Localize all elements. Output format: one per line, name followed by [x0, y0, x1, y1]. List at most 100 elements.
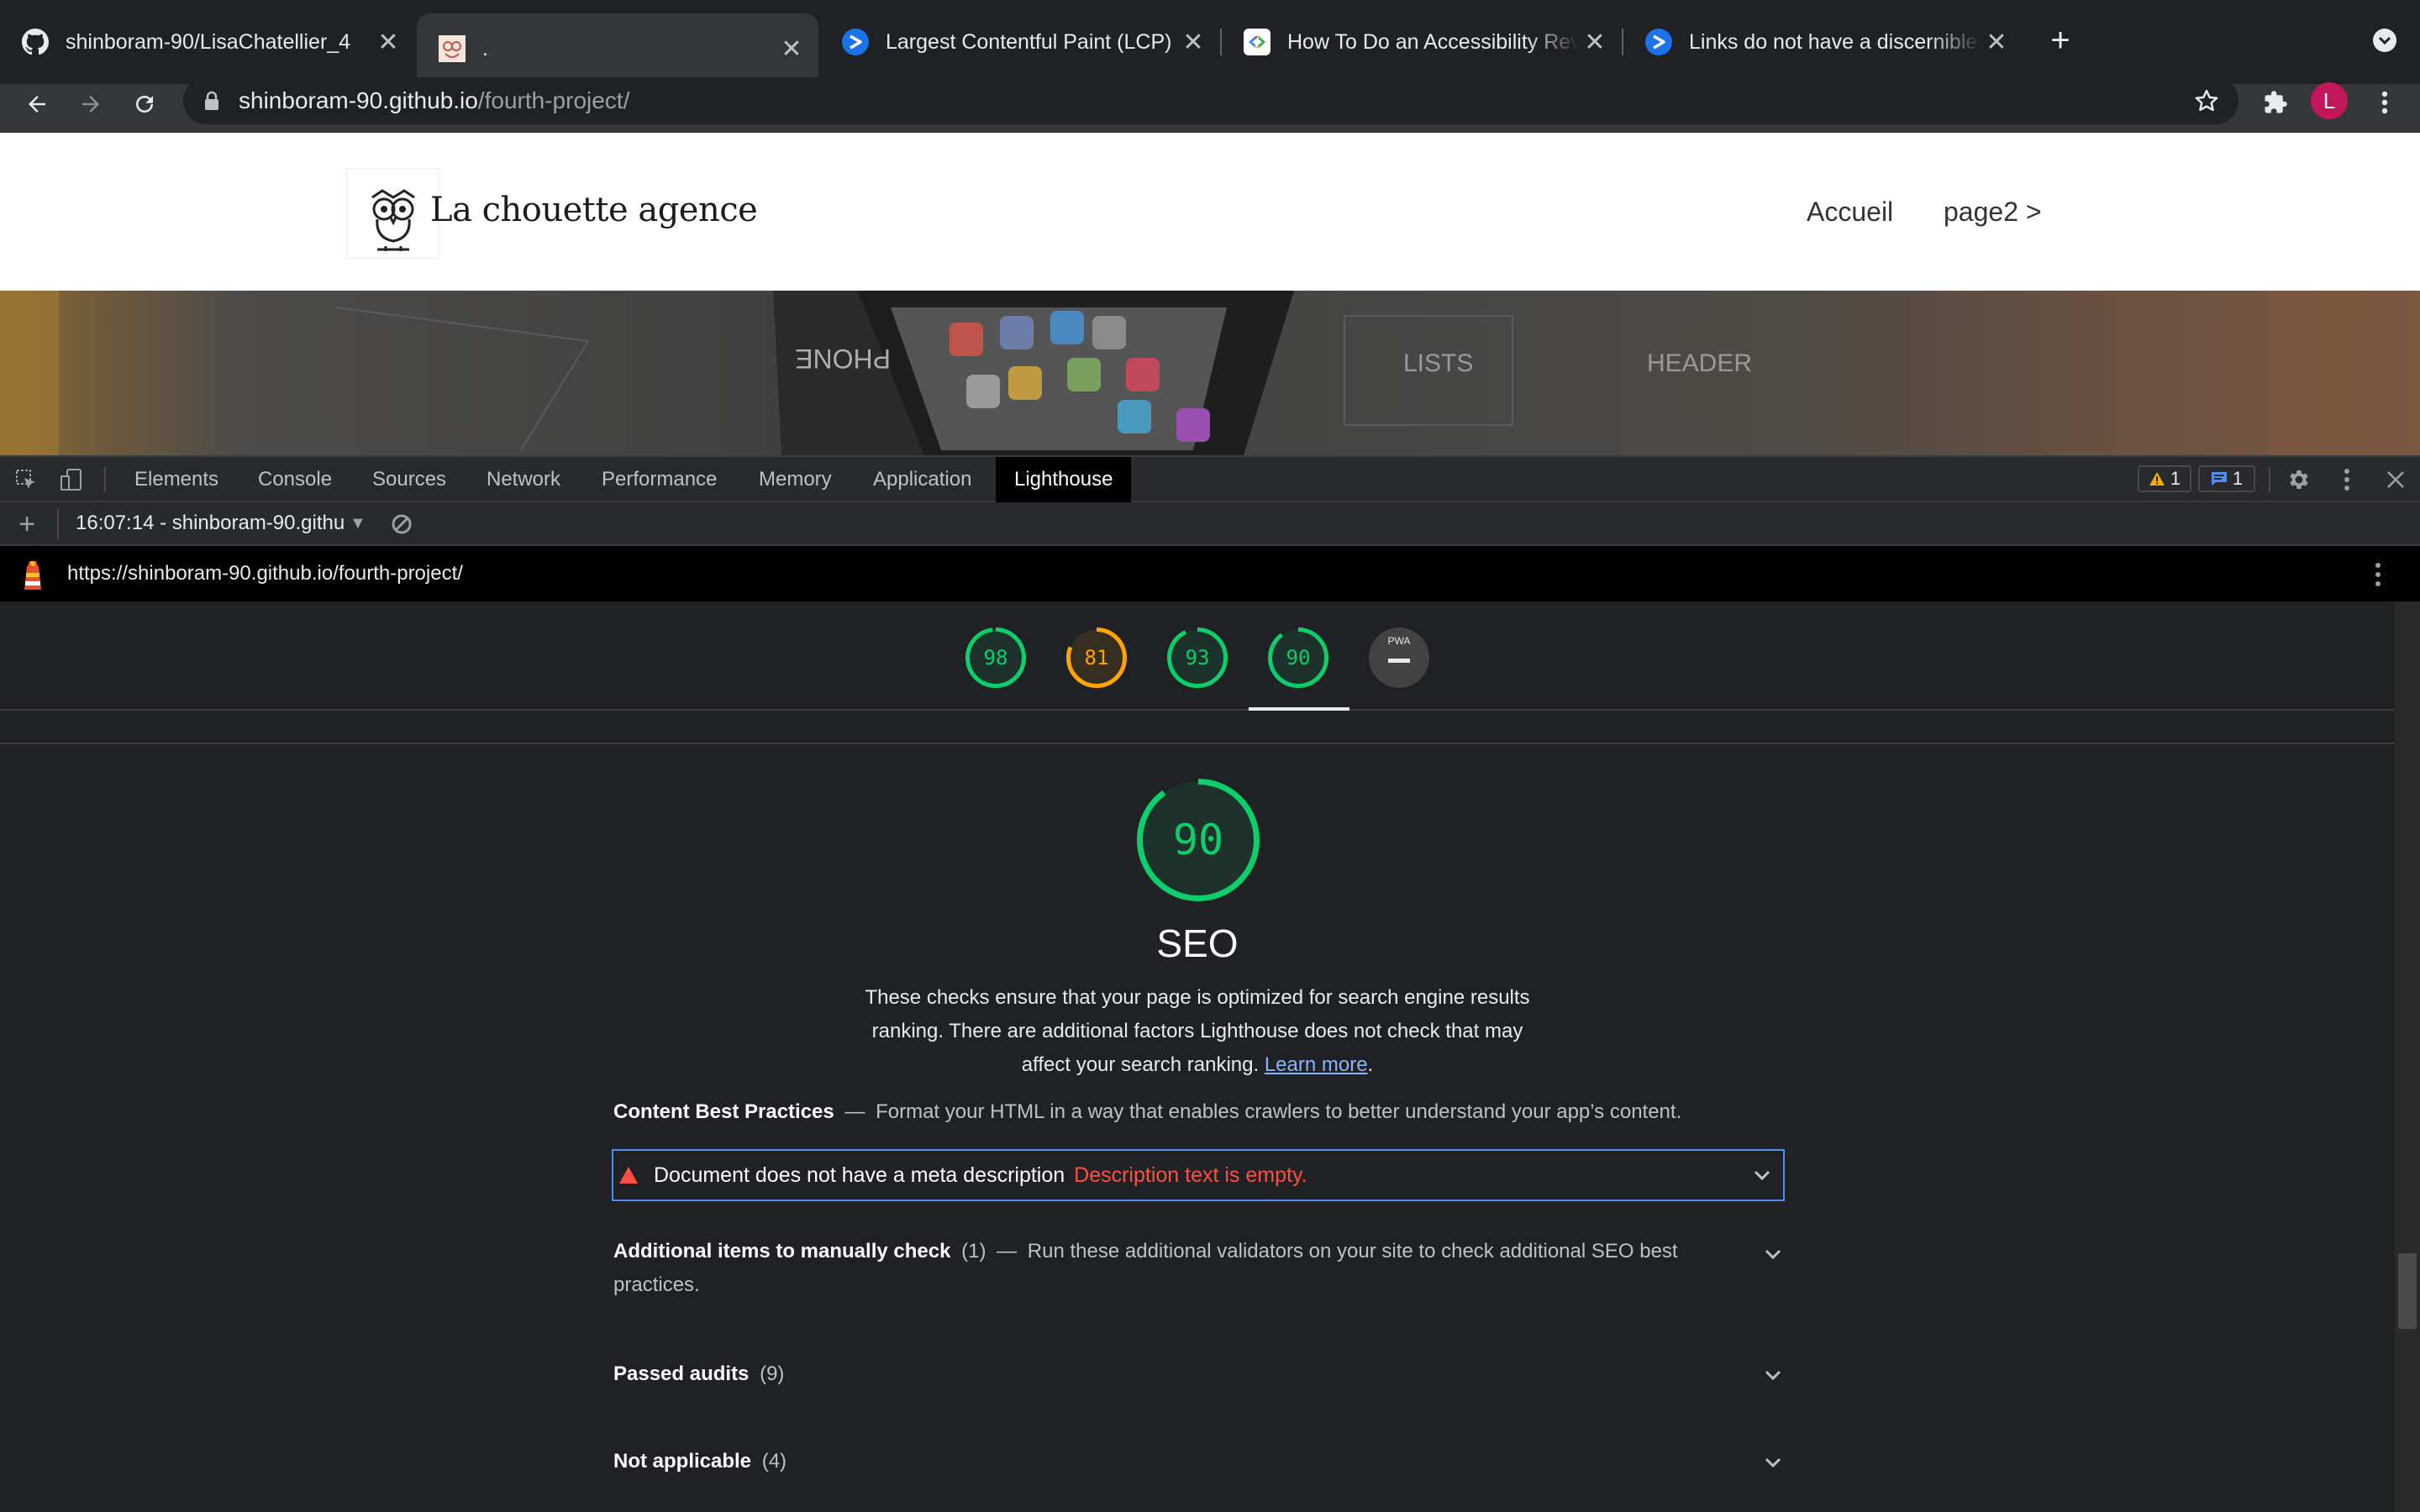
devtools-tab-memory[interactable]: Memory — [740, 457, 850, 502]
warning-counter[interactable]: 1 — [2138, 465, 2191, 492]
browser-menu-kebab-icon[interactable] — [2368, 84, 2402, 121]
group-title: Content Best Practices — [613, 1100, 834, 1123]
lighthouse-url-bar: https://shinboram-90.github.io/fourth-pr… — [0, 546, 2420, 601]
settings-gear-icon[interactable] — [2284, 465, 2314, 494]
chevron-down-icon[interactable] — [1760, 1450, 1786, 1475]
group-title: Additional items to manually check — [613, 1240, 951, 1263]
audit-group-not-applicable[interactable]: Not applicable (4) — [613, 1445, 1786, 1478]
site-brand[interactable]: La chouette agence — [430, 185, 758, 235]
bookmark-star-icon[interactable] — [2190, 84, 2223, 118]
score-gauge-performance[interactable]: 98 — [965, 627, 1027, 689]
close-devtools-icon[interactable] — [2381, 465, 2410, 494]
group-dash: — — [844, 1100, 865, 1123]
devtools-menu-kebab-icon[interactable] — [2333, 465, 2361, 494]
browser-tab-lcp[interactable]: Largest Contentful Paint (LCP) ✕ — [820, 12, 1220, 72]
group-title: Not applicable — [613, 1450, 752, 1473]
chevron-down-icon[interactable] — [1749, 1163, 1775, 1188]
message-bubble-icon — [2211, 472, 2227, 486]
audit-display-value: Description text is empty. — [1074, 1163, 1307, 1187]
devtools-tab-elements[interactable]: Elements — [116, 457, 237, 502]
audit-meta-description[interactable]: Document does not have a meta descriptio… — [612, 1149, 1785, 1201]
report-selector[interactable]: 16:07:14 - shinboram-90.githu — [76, 502, 345, 544]
section-divider — [0, 743, 2395, 744]
browser-tab-github[interactable]: shinboram-90/LisaChatellier_4 ✕ — [0, 12, 415, 72]
group-description: Run these additional validators on your … — [1027, 1240, 1678, 1263]
devtools-tab-performance[interactable]: Performance — [583, 457, 735, 502]
devtools-tab-sources[interactable]: Sources — [354, 457, 465, 502]
lighthouse-logo-icon — [18, 558, 47, 591]
tab-title: shinboram-90/LisaChatellier_4 — [66, 29, 351, 54]
message-counter[interactable]: 1 — [2198, 465, 2255, 492]
audit-group-content: Content Best Practices — Format your HTM… — [613, 1095, 1786, 1129]
devtools-tab-application[interactable]: Application — [855, 457, 990, 502]
report-url[interactable]: https://shinboram-90.github.io/fourth-pr… — [67, 546, 463, 601]
score-gauge-best-practices[interactable]: 93 — [1166, 627, 1228, 689]
close-tab-icon[interactable]: ✕ — [776, 34, 807, 64]
fail-triangle-icon — [618, 1166, 639, 1186]
devtools-tab-lighthouse[interactable]: Lighthouse — [996, 457, 1132, 502]
device-toolbar-icon[interactable] — [57, 465, 86, 494]
description-period: . — [1367, 1053, 1374, 1076]
chevron-down-icon[interactable] — [1760, 1242, 1786, 1267]
close-tab-icon[interactable]: ✕ — [1981, 27, 2012, 57]
category-score-value: 90 — [1172, 816, 1224, 864]
forward-arrow-icon[interactable] — [72, 86, 109, 123]
clear-reports-block-icon[interactable] — [388, 511, 415, 538]
hero-photo-illustration: PHONE LISTS HEADER — [0, 291, 2420, 455]
dropdown-arrow-icon[interactable]: ▼ — [350, 502, 366, 544]
extensions-puzzle-icon[interactable] — [2257, 84, 2294, 121]
description-text: affect your search ranking. — [1021, 1053, 1260, 1076]
report-menu-kebab-icon[interactable] — [2363, 559, 2393, 590]
chevron-down-icon[interactable] — [1760, 1362, 1786, 1388]
group-count: (4) — [761, 1450, 787, 1473]
category-score-gauge: 90 — [1136, 778, 1260, 902]
active-score-indicator — [1249, 707, 1349, 711]
inspect-element-icon[interactable] — [12, 465, 40, 494]
browser-tab-active[interactable]: . ✕ — [417, 13, 818, 84]
address-bar[interactable]: shinboram-90.github.io/fourth-project/ — [183, 77, 2238, 124]
tab-title: . — [482, 36, 488, 60]
score-gauge-label: 98 — [983, 646, 1008, 669]
reload-icon[interactable] — [126, 86, 163, 123]
tab-title: Links do not have a discernible — [1689, 29, 1978, 54]
score-gauge-label: 93 — [1185, 646, 1210, 669]
webdev-icon — [842, 29, 869, 55]
back-arrow-icon[interactable] — [18, 86, 55, 123]
category-title: SEO — [1156, 921, 1239, 965]
tab-title: Largest Contentful Paint (LCP) — [886, 29, 1172, 54]
webdev-icon — [1645, 29, 1672, 55]
score-gauge-seo[interactable]: 90 — [1267, 627, 1329, 689]
browser-tab-links[interactable]: Links do not have a discernible ✕ — [1623, 12, 2023, 72]
message-count: 1 — [2232, 468, 2244, 489]
tab-search-icon[interactable] — [2368, 24, 2402, 57]
audit-group-manual[interactable]: Additional items to manually check (1) —… — [613, 1235, 1723, 1302]
audit-text: Document does not have a meta descriptio… — [654, 1151, 1307, 1200]
url-text[interactable]: shinboram-90.github.io/fourth-project/ — [239, 77, 629, 124]
close-tab-icon[interactable]: ✕ — [373, 27, 403, 57]
browser-tab-accessibility[interactable]: How To Do an Accessibility Rev ✕ — [1222, 12, 1622, 72]
group-title: Passed audits — [613, 1362, 750, 1385]
score-gauge-accessibility[interactable]: 81 — [1065, 627, 1128, 689]
close-tab-icon[interactable]: ✕ — [1178, 27, 1208, 57]
owl-logo-icon[interactable] — [346, 168, 439, 259]
description-line: ranking. There are additional factors Li… — [871, 1020, 1523, 1042]
group-count: (9) — [760, 1362, 785, 1385]
lock-icon[interactable] — [200, 89, 224, 113]
close-tab-icon[interactable]: ✕ — [1580, 27, 1610, 57]
new-report-plus-icon[interactable]: + — [12, 508, 42, 540]
new-tab-plus-icon[interactable]: + — [2042, 22, 2079, 59]
audit-group-passed[interactable]: Passed audits (9) — [613, 1357, 1786, 1391]
nav-link-page2[interactable]: page2 > — [1944, 197, 2042, 228]
scrollbar-thumb[interactable] — [2398, 1253, 2417, 1329]
devtools-tab-network[interactable]: Network — [468, 457, 579, 502]
report-scrollbar[interactable] — [2395, 601, 2420, 1512]
profile-avatar[interactable]: L — [2311, 82, 2348, 119]
category-description: These checks ensure that your page is op… — [832, 981, 1563, 1082]
group-dash: — — [997, 1240, 1018, 1263]
nav-link-accueil[interactable]: Accueil — [1807, 197, 1893, 228]
learn-more-link[interactable]: Learn more — [1265, 1053, 1368, 1076]
devtools-tab-console[interactable]: Console — [239, 457, 350, 502]
score-gauge-label: 90 — [1286, 646, 1311, 669]
svg-text:HEADER: HEADER — [1647, 349, 1752, 377]
score-gauge-pwa[interactable]: PWA — [1368, 627, 1430, 689]
